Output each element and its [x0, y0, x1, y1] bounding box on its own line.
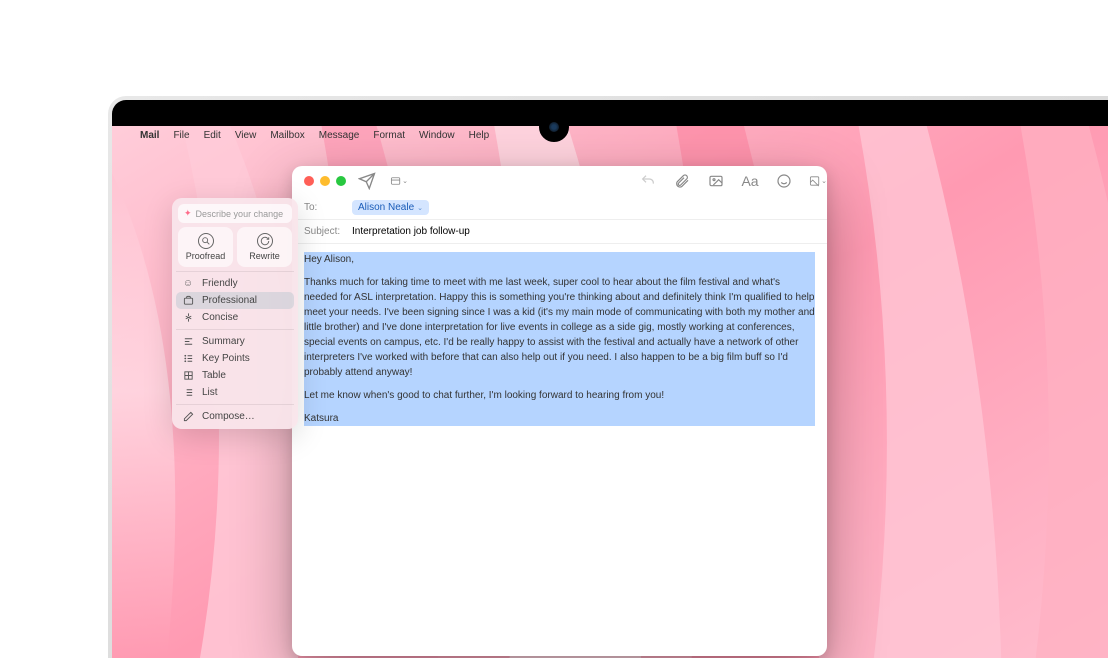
- menu-view[interactable]: View: [235, 130, 257, 141]
- fullscreen-window-button[interactable]: [336, 176, 346, 186]
- menu-mailbox[interactable]: Mailbox: [270, 130, 304, 141]
- divider: [176, 271, 294, 272]
- briefcase-icon: [182, 295, 194, 306]
- selected-text: Hey Alison, Thanks much for taking time …: [304, 252, 815, 426]
- menu-help[interactable]: Help: [469, 130, 490, 141]
- transform-table-label: Table: [202, 370, 226, 381]
- smile-icon: ☺: [182, 278, 194, 289]
- compress-icon: [182, 312, 194, 323]
- proofread-button[interactable]: Proofread: [178, 227, 233, 267]
- menu-window[interactable]: Window: [419, 130, 455, 141]
- tone-professional[interactable]: Professional: [176, 292, 294, 309]
- compose-window: ⌄ Aa: [292, 166, 827, 656]
- body-signature: Katsura: [304, 411, 815, 426]
- body-paragraph-2: Let me know when's good to chat further,…: [304, 388, 815, 403]
- transform-summary[interactable]: Summary: [176, 333, 294, 350]
- transform-list[interactable]: List: [176, 384, 294, 401]
- menu-file[interactable]: File: [173, 130, 189, 141]
- proofread-label: Proofread: [186, 251, 226, 261]
- describe-change-placeholder: Describe your change: [196, 209, 284, 219]
- rewrite-button[interactable]: Rewrite: [237, 227, 292, 267]
- menu-edit[interactable]: Edit: [204, 130, 221, 141]
- tone-friendly-label: Friendly: [202, 278, 238, 289]
- transform-keypoints-label: Key Points: [202, 353, 250, 364]
- body-paragraph-1: Thanks much for taking time to meet with…: [304, 275, 815, 380]
- format-icon[interactable]: Aa: [741, 172, 759, 190]
- menu-format[interactable]: Format: [373, 130, 405, 141]
- summary-icon: [182, 336, 194, 347]
- desktop-screen: Mail File Edit View Mailbox Message Form…: [112, 126, 1108, 658]
- subject-input[interactable]: [352, 226, 815, 237]
- keypoints-icon: [182, 353, 194, 364]
- subject-label: Subject:: [304, 226, 344, 237]
- writing-tools-panel: ✦ Describe your change Proofread: [172, 198, 298, 429]
- emoji-icon[interactable]: [775, 172, 793, 190]
- to-field-row: To: Alison Neale ⌄: [292, 196, 827, 220]
- describe-change-input[interactable]: ✦ Describe your change: [178, 204, 292, 223]
- sparkle-icon: ✦: [184, 208, 192, 219]
- reply-icon[interactable]: [639, 172, 657, 190]
- magnifier-icon: [198, 233, 214, 249]
- transform-table[interactable]: Table: [176, 367, 294, 384]
- tone-professional-label: Professional: [202, 295, 257, 306]
- close-window-button[interactable]: [304, 176, 314, 186]
- camera-notch: [539, 112, 569, 142]
- macbook-frame: Mail File Edit View Mailbox Message Form…: [108, 96, 1108, 658]
- chevron-down-icon: ⌄: [417, 204, 423, 212]
- rewrite-label: Rewrite: [249, 251, 280, 261]
- transform-list-label: List: [202, 387, 218, 398]
- header-options-button[interactable]: ⌄: [390, 172, 408, 190]
- attach-icon[interactable]: [673, 172, 691, 190]
- window-traffic-lights: [292, 166, 358, 196]
- to-label: To:: [304, 202, 344, 213]
- transform-summary-label: Summary: [202, 336, 245, 347]
- table-icon: [182, 370, 194, 381]
- menu-message[interactable]: Message: [319, 130, 360, 141]
- app-menu[interactable]: Mail: [140, 130, 159, 141]
- compose-option-label: Compose…: [202, 411, 255, 422]
- cycle-icon: [257, 233, 273, 249]
- photo-picker-icon[interactable]: [707, 172, 725, 190]
- subject-field-row: Subject:: [292, 220, 827, 244]
- menubar: Mail File Edit View Mailbox Message Form…: [112, 126, 1108, 144]
- macbook-screen-bezel: Mail File Edit View Mailbox Message Form…: [112, 100, 1108, 658]
- body-greeting: Hey Alison,: [304, 252, 815, 267]
- tone-concise-label: Concise: [202, 312, 238, 323]
- divider: [176, 404, 294, 405]
- minimize-window-button[interactable]: [320, 176, 330, 186]
- image-options-icon[interactable]: ⌄: [809, 172, 827, 190]
- recipient-chip[interactable]: Alison Neale ⌄: [352, 200, 429, 215]
- tone-friendly[interactable]: ☺ Friendly: [176, 275, 294, 292]
- transform-keypoints[interactable]: Key Points: [176, 350, 294, 367]
- send-icon[interactable]: [358, 172, 376, 190]
- recipient-name: Alison Neale: [358, 202, 414, 213]
- email-body[interactable]: Hey Alison, Thanks much for taking time …: [292, 244, 827, 434]
- tone-concise[interactable]: Concise: [176, 309, 294, 326]
- compose-option[interactable]: Compose…: [176, 408, 294, 425]
- list-icon: [182, 387, 194, 398]
- pencil-icon: [182, 411, 194, 422]
- divider: [176, 329, 294, 330]
